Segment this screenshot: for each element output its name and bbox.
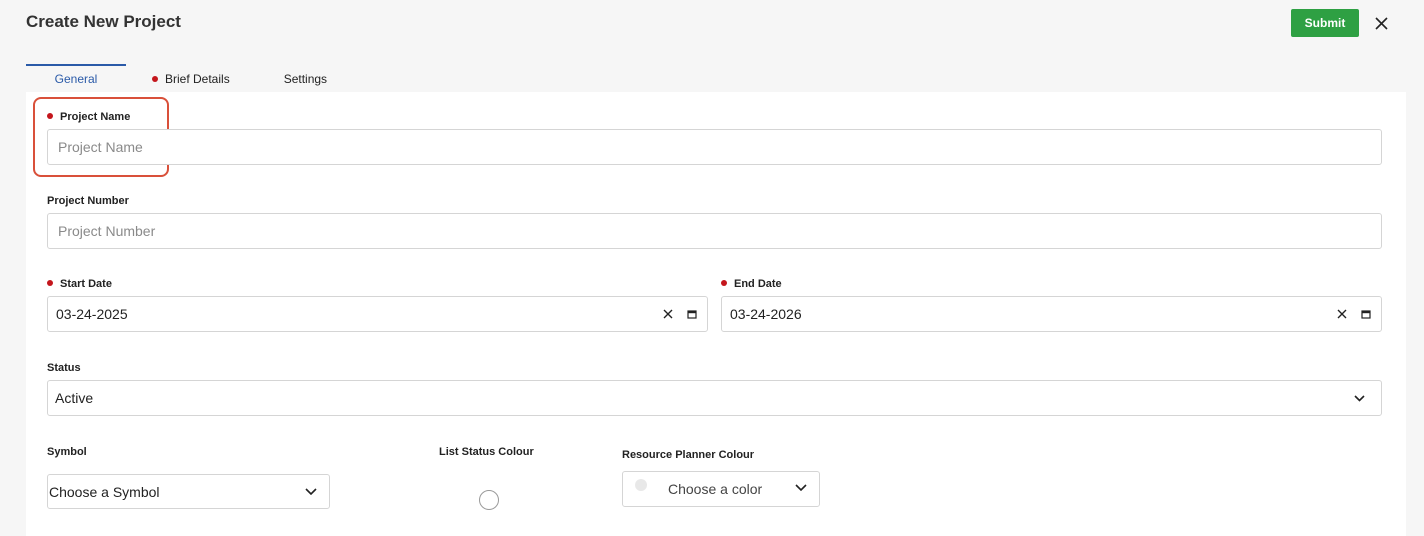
- start-date-label: Start Date: [47, 278, 112, 290]
- close-button[interactable]: [1370, 11, 1392, 35]
- end-date-label: End Date: [721, 278, 782, 290]
- resource-planner-colour-value: Choose a color: [668, 481, 763, 497]
- list-status-colour-label: List Status Colour: [439, 446, 534, 458]
- tab-brief-details[interactable]: Brief Details: [152, 64, 230, 92]
- page-title: Create New Project: [26, 12, 181, 31]
- project-name-input[interactable]: Project Name: [47, 129, 1382, 165]
- chevron-down-icon: [305, 488, 317, 495]
- status-label: Status: [47, 362, 81, 374]
- tab-bar: General Brief Details Settings: [26, 64, 327, 92]
- chevron-down-icon: [795, 483, 807, 491]
- start-date-input[interactable]: 03-24-2025: [47, 296, 708, 332]
- close-icon: [1374, 16, 1388, 30]
- color-swatch: [635, 479, 647, 491]
- chevron-down-icon: [1354, 394, 1365, 402]
- resource-planner-colour-select[interactable]: Choose a color: [622, 471, 820, 507]
- clear-icon[interactable]: [663, 309, 673, 319]
- status-value: Active: [55, 390, 94, 406]
- end-date-value: 03-24-2026: [730, 306, 802, 322]
- symbol-value: Choose a Symbol: [49, 483, 160, 500]
- required-indicator: [47, 113, 53, 120]
- list-status-colour-picker[interactable]: [479, 490, 499, 510]
- required-indicator: [152, 75, 158, 82]
- project-number-placeholder: Project Number: [58, 223, 156, 239]
- project-name-label-text: Project Name: [60, 111, 131, 123]
- symbol-label: Symbol: [47, 446, 87, 458]
- project-number-input[interactable]: Project Number: [47, 213, 1382, 249]
- tab-general[interactable]: General: [26, 64, 126, 92]
- resource-planner-colour-label: Resource Planner Colour: [622, 449, 755, 461]
- tab-settings-label: Settings: [283, 72, 328, 86]
- calendar-icon[interactable]: [1361, 309, 1371, 319]
- status-select[interactable]: Active: [47, 380, 1382, 416]
- clear-icon[interactable]: [1337, 309, 1347, 319]
- project-name-placeholder: Project Name: [58, 139, 143, 155]
- tab-brief-details-label: Brief Details: [165, 72, 230, 86]
- tab-general-label: General: [54, 72, 98, 86]
- general-form-panel: Project Name Project Name Project Number…: [26, 92, 1406, 536]
- required-indicator: [47, 280, 53, 287]
- start-date-value: 03-24-2025: [56, 306, 128, 322]
- submit-button[interactable]: Submit: [1291, 9, 1359, 37]
- project-number-label: Project Number: [47, 195, 129, 207]
- start-date-label-text: Start Date: [60, 278, 112, 290]
- required-indicator: [721, 280, 727, 287]
- calendar-icon[interactable]: [687, 309, 697, 319]
- tab-settings[interactable]: Settings: [284, 64, 327, 92]
- end-date-label-text: End Date: [734, 278, 782, 290]
- end-date-input[interactable]: 03-24-2026: [721, 296, 1382, 332]
- project-name-label: Project Name: [47, 111, 130, 123]
- symbol-select[interactable]: Choose a Symbol: [47, 474, 330, 509]
